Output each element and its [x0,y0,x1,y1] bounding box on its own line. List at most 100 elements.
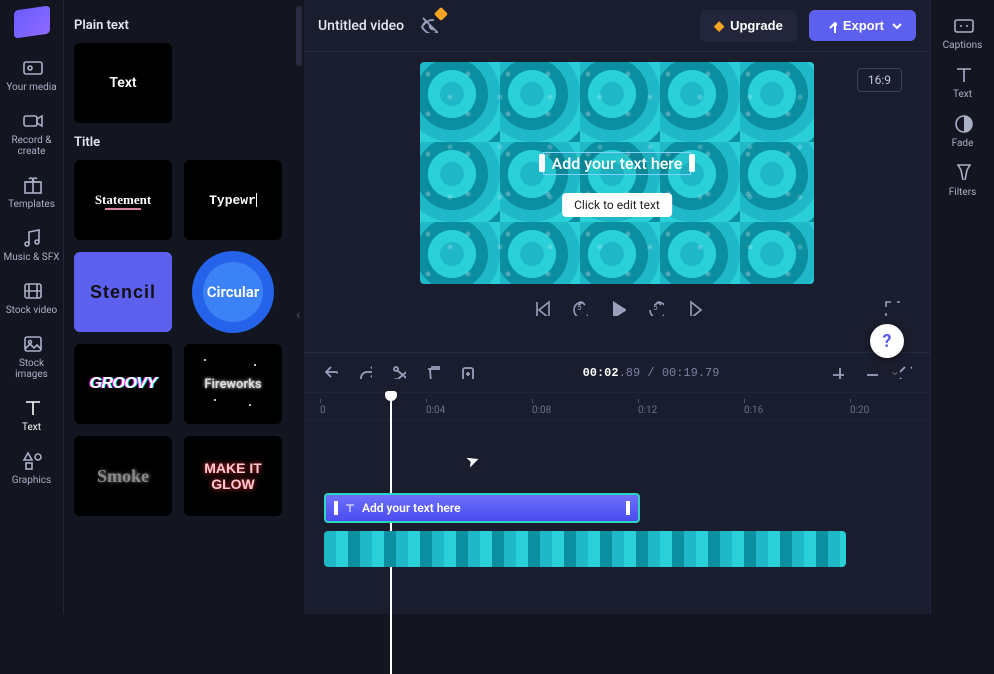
timeline-tracks[interactable]: ➤ Add your text here [304,421,930,614]
shapes-icon [21,449,43,471]
video-clip[interactable] [324,531,846,567]
gem-icon: ◆ [714,18,724,34]
current-time-frac: .89 [619,366,641,380]
resize-handle-left[interactable] [539,154,545,172]
zoom-in-button[interactable] [828,363,844,382]
nav-record-create[interactable]: Record & create [4,103,60,163]
export-button[interactable]: Export [809,10,916,41]
panel-collapse-toggle[interactable]: ‹ [296,307,300,323]
clip-handle-right[interactable] [626,501,630,515]
thumb-plain-text[interactable]: Text [74,43,172,123]
text-overlay[interactable]: Add your text here Click to edit text [543,152,692,175]
rewind-button[interactable]: 5 [570,298,588,319]
filters-icon [952,161,974,183]
resize-handle-right[interactable] [689,154,695,172]
thumb-label: Circular [207,283,260,301]
duplicate-button[interactable] [458,363,474,382]
camera-icon [21,109,43,131]
thumb-smoke[interactable]: Smoke [74,436,172,516]
nav-label: Templates [8,199,55,210]
undo-button[interactable] [322,363,338,382]
preview-area: 16:9 Add your text here Click to edit te… [304,52,930,352]
nav-label: Music & SFX [4,252,60,263]
panel-scrollbar[interactable] [296,6,302,66]
thumb-groovy[interactable]: GROOVY [74,344,172,424]
rsb-captions[interactable]: Captions [935,14,991,51]
clip-handle-left[interactable] [334,501,338,515]
skip-start-button[interactable] [532,298,550,319]
timeline-area: 00:02.89 / 00:19.79 0 0:04 0:08 0:12 0:1… [304,352,930,614]
thumb-fireworks[interactable]: Fireworks [184,344,282,424]
film-icon [21,279,43,301]
timecode-display: 00:02.89 / 00:19.79 [583,366,720,380]
thumb-label: MAKE IT GLOW [184,460,282,492]
timeline-toolbar: 00:02.89 / 00:19.79 [304,353,930,393]
nav-stock-images[interactable]: Stock images [4,326,60,386]
app-logo[interactable] [14,5,50,38]
thumb-circular[interactable]: Circular [184,252,282,332]
forward-button[interactable]: 5 [646,298,664,319]
nav-templates[interactable]: Templates [4,167,60,216]
nav-label: Stock images [4,358,60,380]
aspect-ratio-selector[interactable]: 16:9 [857,68,902,92]
play-icon [608,298,626,316]
visibility-toggle[interactable] [416,11,442,40]
nav-graphics[interactable]: Graphics [4,443,60,492]
nav-music-sfx[interactable]: Music & SFX [4,220,60,269]
upgrade-button[interactable]: ◆ Upgrade [700,10,797,42]
split-button[interactable] [390,363,406,382]
thumb-stencil[interactable]: Stencil [74,252,172,332]
rsb-text[interactable]: Text [935,63,991,100]
track-spacer [314,429,930,485]
fade-icon [952,112,974,134]
fullscreen-icon [882,298,900,316]
skip-end-button[interactable] [684,298,702,319]
text-clip-label: Add your text here [362,501,461,515]
thumb-make-it-glow[interactable]: MAKE IT GLOW [184,436,282,516]
eye-off-icon [420,15,438,33]
help-button[interactable]: ? [870,324,904,358]
redo-icon [356,363,372,379]
ruler-tick: 0:16 [744,399,763,416]
trash-icon [424,363,440,379]
thumb-label: Smoke [97,466,149,487]
timeline-ruler[interactable]: 0 0:04 0:08 0:12 0:16 0:20 [304,393,930,421]
rsb-filters[interactable]: Filters [935,161,991,198]
thumb-statement[interactable]: Statement [74,160,172,240]
nav-text[interactable]: Text [4,390,60,439]
fullscreen-button[interactable] [882,298,900,319]
text-icon [21,396,43,418]
gift-icon [21,173,43,195]
rsb-label: Text [953,89,972,100]
playback-controls: 5 5 [304,298,930,319]
ruler-tick: 0:08 [532,399,551,416]
media-icon [21,56,43,78]
nav-your-media[interactable]: Your media [4,50,60,99]
project-title[interactable]: Untitled video [318,18,404,34]
delete-button[interactable] [424,363,440,382]
text-track: Add your text here [314,493,930,523]
video-track [314,531,930,567]
redo-button[interactable] [356,363,372,382]
nav-stock-video[interactable]: Stock video [4,273,60,322]
minus-icon [862,363,878,379]
zoom-out-button[interactable] [862,363,878,382]
rsb-label: Fade [952,138,974,149]
play-button[interactable] [608,298,626,319]
thumb-label: Text [109,75,136,91]
text-icon [952,63,974,85]
nav-label: Your media [6,82,56,93]
upgrade-label: Upgrade [730,18,783,33]
overlay-text[interactable]: Add your text here [552,154,683,173]
plus-icon [828,363,844,379]
video-canvas[interactable]: Add your text here Click to edit text [420,62,814,284]
section-plain-text: Plain text [74,18,294,33]
thumb-label: Statement [95,192,151,208]
nav-label: Graphics [12,475,51,486]
preview-collapse-toggle[interactable]: ⌄ [890,364,900,378]
skip-back-icon [532,298,550,316]
undo-icon [322,363,338,379]
thumb-typewriter[interactable]: Typewr [184,160,282,240]
rsb-fade[interactable]: Fade [935,112,991,149]
text-clip[interactable]: Add your text here [324,493,640,523]
